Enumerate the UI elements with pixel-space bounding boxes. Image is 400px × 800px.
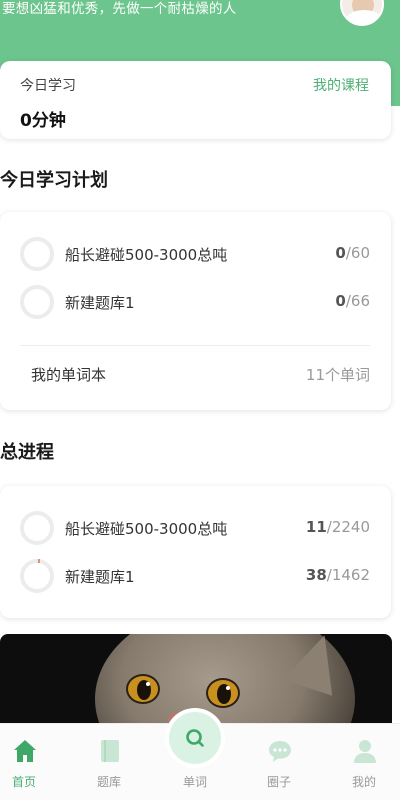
plan-item-count: 0/66 — [335, 292, 370, 310]
plan-item-total: /60 — [345, 244, 370, 262]
my-course-link[interactable]: 我的课程 — [313, 75, 369, 95]
plan-item-count: 0/60 — [335, 244, 370, 262]
divider — [20, 345, 370, 346]
progress-ring-tick — [38, 559, 40, 563]
tab-words-label: 单词 — [182, 775, 207, 789]
plan-section-title: 今日学习计划 — [0, 170, 108, 191]
cat-eye-glint — [226, 686, 230, 690]
plan-card: 船长避碰500-3000总吨 0/60 新建题库1 0/66 我的单词本 11个… — [0, 212, 391, 410]
plan-item-total: /66 — [345, 292, 370, 310]
user-icon — [354, 740, 376, 763]
center-search-button[interactable] — [169, 712, 221, 764]
total-progress-card: 船长避碰500-3000总吨 11/2240 新建题库1 38/1462 — [0, 486, 391, 618]
progress-item-done: 38 — [305, 566, 327, 584]
plan-item-done: 0 — [335, 292, 346, 310]
wordbook-count: 11个单词 — [305, 366, 370, 384]
tab-question-bank-label: 题库 — [96, 775, 121, 789]
progress-item-name: 新建题库1 — [65, 568, 135, 586]
progress-item-name: 船长避碰500-3000总吨 — [65, 520, 228, 538]
book-icon — [101, 740, 119, 762]
progress-item-total: /2240 — [326, 518, 370, 536]
motto-text: 要想凶猛和优秀，先做一个耐枯燥的人 — [2, 1, 237, 17]
progress-item-count: 38/1462 — [306, 566, 370, 584]
tab-mine[interactable]: 我的 — [329, 724, 399, 800]
search-icon — [186, 729, 204, 747]
today-minutes-value: 0分钟 — [20, 111, 66, 131]
progress-ring-icon — [20, 559, 54, 593]
today-study-label: 今日学习 — [20, 78, 76, 94]
plan-item-done: 0 — [335, 244, 346, 262]
home-icon — [14, 740, 36, 762]
today-study-card: 今日学习 我的课程 0分钟 — [0, 61, 391, 139]
cat-eye-glint — [146, 682, 150, 686]
wordbook-link[interactable]: 我的单词本 — [31, 364, 106, 385]
avatar-body — [346, 10, 382, 24]
progress-item[interactable]: 新建题库1 38/1462 — [20, 559, 370, 593]
progress-item[interactable]: 船长避碰500-3000总吨 11/2240 — [20, 511, 370, 545]
plan-item-name: 船长避碰500-3000总吨 — [65, 246, 228, 264]
progress-ring-icon — [20, 285, 54, 319]
tab-question-bank[interactable]: 题库 — [74, 724, 144, 800]
progress-ring-icon — [20, 511, 54, 545]
avatar[interactable] — [340, 0, 384, 26]
plan-item[interactable]: 新建题库1 0/66 — [20, 285, 370, 319]
progress-ring-icon — [20, 237, 54, 271]
progress-item-done: 11 — [305, 518, 327, 536]
tab-circle-label: 圈子 — [266, 775, 291, 789]
chat-icon — [269, 741, 291, 762]
progress-item-total: /1462 — [326, 566, 370, 584]
tab-circle[interactable]: 圈子 — [244, 724, 314, 800]
progress-item-count: 11/2240 — [306, 518, 370, 536]
tab-home[interactable]: 首页 — [0, 724, 59, 800]
progress-section-title: 总进程 — [0, 442, 54, 463]
plan-item-name: 新建题库1 — [65, 294, 135, 312]
tab-mine-label: 我的 — [351, 775, 376, 789]
cat-eye-right — [206, 678, 240, 708]
plan-item[interactable]: 船长避碰500-3000总吨 0/60 — [20, 237, 370, 271]
cat-eye-left — [126, 674, 160, 704]
tab-home-label: 首页 — [11, 775, 36, 789]
